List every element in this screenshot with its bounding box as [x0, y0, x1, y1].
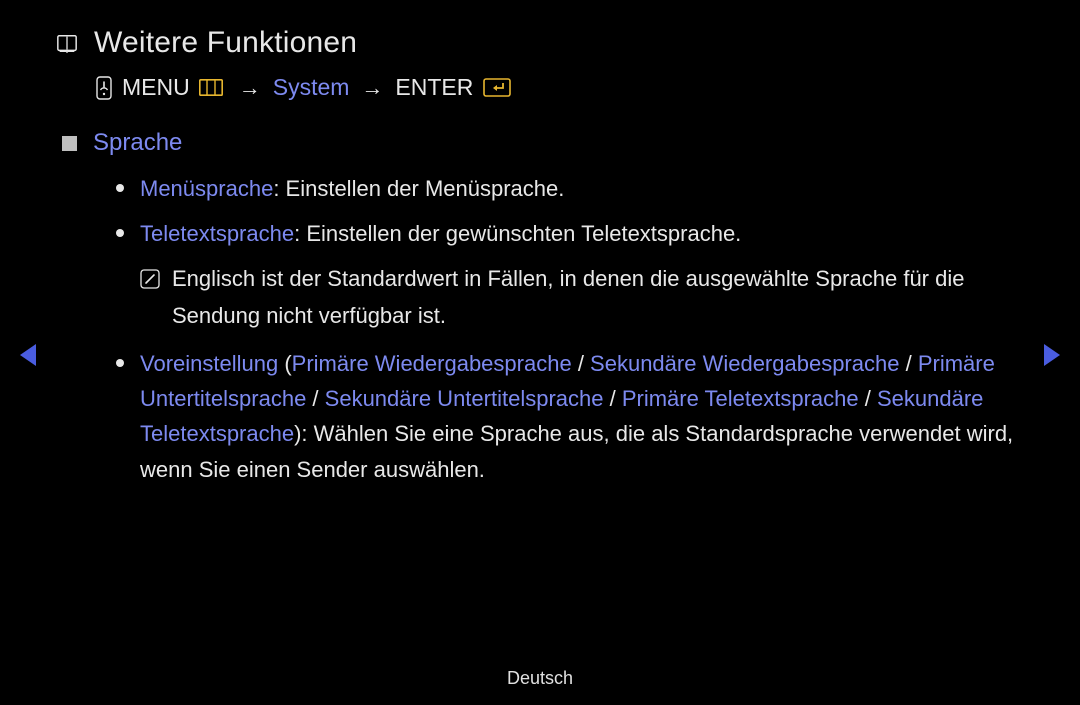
- enter-icon: [483, 78, 511, 97]
- preset-open: (: [278, 351, 291, 376]
- nav-prev-button[interactable]: [20, 344, 36, 366]
- item-term: Menüsprache: [140, 176, 273, 201]
- preset-sep: /: [899, 351, 917, 376]
- remote-icon: [94, 76, 114, 100]
- bullet-icon: [116, 184, 124, 192]
- preset-option: Sekundäre Wiedergabesprache: [590, 351, 899, 376]
- preset-term: Voreinstellung: [140, 351, 278, 376]
- item-desc: : Einstellen der gewünschten Teletextspr…: [294, 221, 741, 246]
- footer-language: Deutsch: [0, 668, 1080, 689]
- preset-sep: /: [306, 386, 324, 411]
- breadcrumb-enter: ENTER: [395, 74, 473, 101]
- preset-option: Sekundäre Untertitelsprache: [325, 386, 604, 411]
- page-title: Weitere Funktionen: [94, 26, 357, 60]
- note: Englisch ist der Standardwert in Fällen,…: [140, 261, 1024, 334]
- preset-sep: /: [859, 386, 877, 411]
- arrow-icon: →: [361, 75, 383, 101]
- note-icon: [140, 269, 160, 289]
- breadcrumb-system: System: [273, 74, 350, 101]
- list-item: Voreinstellung (Primäre Wiedergabesprach…: [116, 346, 1024, 487]
- arrow-icon: →: [239, 75, 261, 101]
- preset-option: Primäre Wiedergabesprache: [292, 351, 572, 376]
- book-icon: [56, 33, 78, 55]
- item-desc: : Einstellen der Menüsprache.: [273, 176, 564, 201]
- menu-grid-icon: [199, 79, 223, 96]
- preset-sep: /: [572, 351, 590, 376]
- nav-next-button[interactable]: [1044, 344, 1060, 366]
- section-title: Sprache: [93, 129, 182, 157]
- bullet-icon: [116, 359, 124, 367]
- item-term: Teletextsprache: [140, 221, 294, 246]
- list-item: Teletextsprache: Einstellen der gewünsch…: [116, 216, 1024, 251]
- square-bullet-icon: [62, 136, 77, 151]
- breadcrumb: MENU → System → ENTER: [94, 74, 1024, 101]
- note-text: Englisch ist der Standardwert in Fällen,…: [172, 261, 1024, 334]
- preset-sep: /: [603, 386, 621, 411]
- list-item: Menüsprache: Einstellen der Menüsprache.: [116, 171, 1024, 206]
- bullet-icon: [116, 229, 124, 237]
- preset-option: Primäre Teletextsprache: [622, 386, 859, 411]
- preset-close: ):: [294, 421, 314, 446]
- breadcrumb-menu: MENU: [122, 74, 190, 101]
